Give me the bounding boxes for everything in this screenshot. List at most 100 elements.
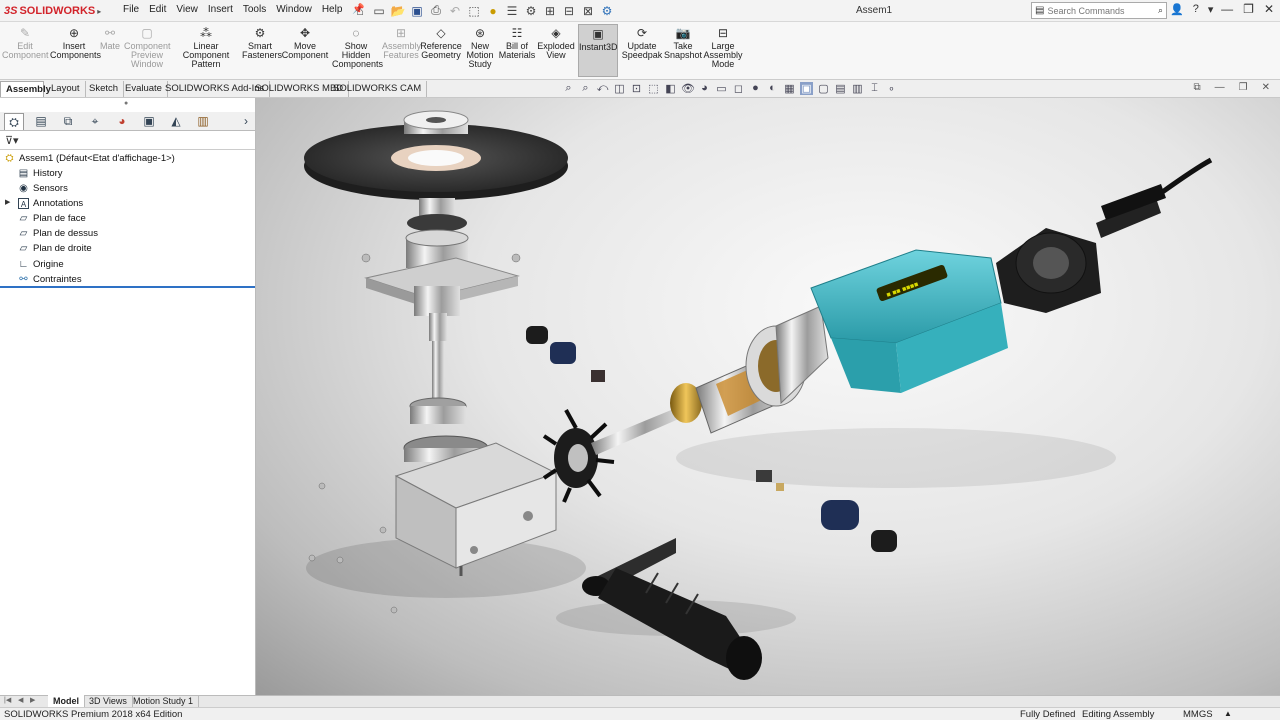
- menu-help[interactable]: Help: [317, 4, 348, 15]
- realview-icon[interactable]: ●: [749, 82, 762, 95]
- file-properties-icon[interactable]: ☰: [504, 2, 520, 19]
- command-camera-button[interactable]: 📷 Take Snapshot: [664, 26, 702, 60]
- next-tab-icon[interactable]: ▶: [30, 696, 35, 704]
- tab-model[interactable]: Model: [48, 695, 85, 707]
- tab-layout[interactable]: Layout: [46, 81, 86, 97]
- command-edit-component-button[interactable]: ✎ Edit Component: [2, 26, 49, 60]
- zoom-to-fit-icon[interactable]: ⌕: [562, 82, 575, 95]
- tab-cam[interactable]: SOLIDWORKS CAM: [328, 81, 428, 97]
- feature-manager-tab-icon[interactable]: ⛭: [4, 113, 24, 130]
- property-manager-tab-icon[interactable]: ▤: [31, 113, 51, 130]
- command-speedpak-button[interactable]: ⟳ Update Speedpak: [620, 26, 664, 60]
- first-tab-icon[interactable]: |◀: [4, 696, 11, 704]
- tab-motion-study[interactable]: Motion Study 1: [128, 695, 200, 707]
- units-dropdown-icon[interactable]: ▲: [1224, 709, 1232, 718]
- tree-root-assembly[interactable]: ⛭ Assem1 (Défaut<Etat d'affichage-1>): [4, 151, 175, 165]
- command-linear-pattern-button[interactable]: ⁂ Linear Component Pattern: [170, 26, 242, 69]
- configuration-manager-tab-icon[interactable]: ⧉: [58, 113, 78, 130]
- customize-icon[interactable]: ⊞: [542, 2, 558, 19]
- search-icon[interactable]: ⌕: [1158, 5, 1163, 16]
- save-icon[interactable]: ▣: [409, 2, 425, 19]
- viewport-minimize-icon[interactable]: —: [1215, 82, 1225, 93]
- open-icon[interactable]: 📂: [390, 2, 406, 19]
- menu-insert[interactable]: Insert: [203, 4, 238, 15]
- options-icon[interactable]: ⚙: [523, 2, 539, 19]
- section-view-icon[interactable]: ◫: [613, 82, 626, 95]
- view-orientation-icon[interactable]: ⬚: [647, 82, 660, 95]
- display-manager-tab-icon[interactable]: ◕: [112, 113, 132, 130]
- tree-item-top-plane[interactable]: ▱ Plan de dessus: [18, 226, 98, 240]
- tree-item-front-plane[interactable]: ▱ Plan de face: [18, 211, 86, 225]
- hide-show-items-icon[interactable]: 👁: [681, 82, 695, 95]
- zoom-area-icon[interactable]: ⌕: [579, 82, 592, 95]
- rollback-bar[interactable]: [0, 286, 255, 288]
- command-reference-geometry-button[interactable]: ◇ Reference Geometry: [420, 26, 462, 60]
- command-exploded-view-button[interactable]: ◈ Exploded View: [536, 26, 576, 60]
- dimxpert-tab-icon[interactable]: ⌖: [85, 113, 105, 130]
- hide-icon[interactable]: ⊠: [580, 2, 596, 19]
- view-icon[interactable]: ⊟: [561, 2, 577, 19]
- origin-toggle-icon[interactable]: ∘: [885, 82, 898, 95]
- menu-window[interactable]: Window: [271, 4, 317, 15]
- minimize-icon[interactable]: —: [1221, 2, 1233, 16]
- cam-feature-tab-icon[interactable]: ▣: [139, 113, 159, 130]
- home-icon[interactable]: ⌂: [352, 2, 368, 19]
- menu-view[interactable]: View: [171, 4, 203, 15]
- perspective-icon[interactable]: ▣: [800, 82, 813, 95]
- menu-file[interactable]: File: [118, 4, 144, 15]
- settings-icon[interactable]: ⚙: [599, 2, 615, 19]
- tab-sketch[interactable]: Sketch: [84, 81, 125, 97]
- command-move-component-button[interactable]: ✥ Move Component: [280, 26, 330, 60]
- display-pane-icon[interactable]: ▥: [851, 82, 864, 95]
- tab-assembly[interactable]: Assembly: [0, 81, 51, 97]
- undo-icon[interactable]: ↶: [447, 2, 463, 19]
- cam-tool-tab-icon[interactable]: ▥: [193, 113, 213, 130]
- rebuild-icon[interactable]: ●: [485, 2, 501, 19]
- search-mode-icon[interactable]: ▤: [1035, 5, 1044, 16]
- tree-item-history[interactable]: ▤ History: [18, 166, 63, 180]
- dynamic-annotation-icon[interactable]: ⊡: [630, 82, 643, 95]
- graphics-area[interactable]: ■ ■■ ■■■■: [256, 98, 1280, 695]
- previous-view-icon[interactable]: ⤺: [596, 82, 609, 95]
- viewport-restore-icon[interactable]: ⧉: [1194, 82, 1201, 93]
- close-icon[interactable]: ✕: [1264, 2, 1274, 16]
- units-selector[interactable]: MMGS: [1183, 709, 1213, 720]
- print-icon[interactable]: ⎙: [428, 2, 444, 19]
- command-show-hidden-button[interactable]: ◌ Show Hidden Components: [332, 26, 383, 69]
- tab-3d-views[interactable]: 3D Views: [84, 695, 133, 707]
- apply-scene-icon[interactable]: ▤: [834, 82, 847, 95]
- tree-item-right-plane[interactable]: ▱ Plan de droite: [18, 241, 92, 255]
- ambient-occlusion-icon[interactable]: ▦: [783, 82, 796, 95]
- command-assembly-features-button[interactable]: ⊞ Assembly Features: [382, 26, 421, 60]
- scene-icon[interactable]: ▭: [715, 82, 728, 95]
- command-instant3d-button[interactable]: ▣ Instant3D: [578, 24, 618, 77]
- exploded-grinder-model[interactable]: ■ ■■ ■■■■: [256, 98, 1280, 695]
- tree-item-annotations[interactable]: A Annotations: [18, 196, 83, 210]
- select-icon[interactable]: ⬚: [466, 2, 482, 19]
- expand-annotations-icon[interactable]: ▶: [5, 198, 10, 206]
- new-document-icon[interactable]: ▭: [371, 2, 387, 19]
- command-component-preview-button[interactable]: ▢ Component Preview Window: [124, 26, 171, 69]
- view-cube-icon[interactable]: ⌶: [868, 82, 881, 95]
- shadows-icon[interactable]: ◐: [766, 82, 779, 95]
- command-mate-button[interactable]: ⚯ Mate: [98, 26, 122, 51]
- tree-item-origin[interactable]: ∟ Origine: [18, 257, 64, 271]
- solidworks-logo[interactable]: 3S SOLIDWORKS ▸: [4, 3, 101, 19]
- filter-icon[interactable]: ⊽▾: [5, 134, 19, 147]
- menu-tools[interactable]: Tools: [238, 4, 271, 15]
- panel-expand-icon[interactable]: ›: [236, 113, 256, 130]
- cam-operation-tab-icon[interactable]: ◭: [166, 113, 186, 130]
- tree-item-mates[interactable]: ⚯ Contraintes: [18, 272, 81, 286]
- help-icon[interactable]: ?: [1193, 3, 1199, 16]
- command-insert-components-button[interactable]: ⊕ Insert Components: [50, 26, 101, 60]
- user-icon[interactable]: 👤: [1170, 3, 1184, 16]
- menu-edit[interactable]: Edit: [144, 4, 171, 15]
- tree-item-sensors[interactable]: ◉ Sensors: [18, 181, 68, 195]
- command-bom-button[interactable]: ☷ Bill of Materials: [498, 26, 536, 60]
- viewport-close-icon[interactable]: ✕: [1262, 82, 1270, 93]
- command-large-assembly-button[interactable]: ⊟ Large Assembly Mode: [702, 26, 744, 69]
- restore-icon[interactable]: ❐: [1243, 2, 1254, 16]
- panel-grip-icon[interactable]: ●: [124, 100, 128, 107]
- search-commands-input[interactable]: ▤ Search Commands ⌕: [1031, 2, 1167, 19]
- edit-appearance-icon[interactable]: ◕: [698, 82, 711, 95]
